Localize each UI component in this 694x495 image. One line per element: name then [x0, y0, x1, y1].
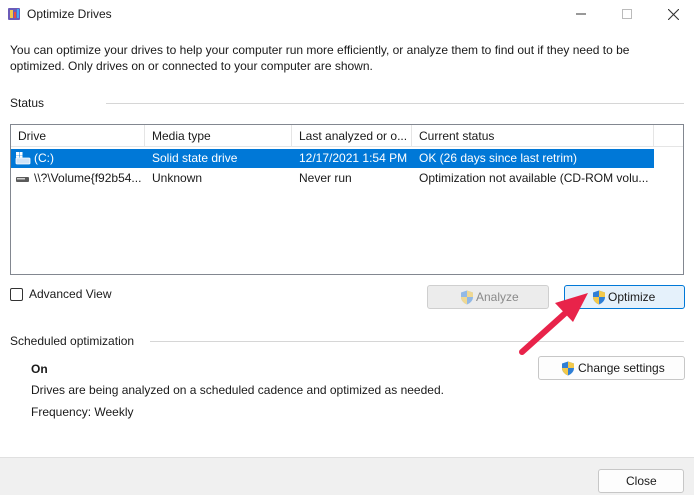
close-button[interactable]: Close — [598, 469, 684, 493]
schedule-state: On — [31, 362, 48, 376]
schedule-frequency: Frequency: Weekly — [31, 405, 134, 419]
drive-row-volume[interactable]: \\?\Volume{f92b54... Unknown Never run O… — [11, 169, 654, 188]
optimize-button[interactable]: Optimize — [564, 285, 685, 309]
status-divider — [106, 103, 684, 104]
last-analyzed: 12/17/2021 1:54 PM — [299, 151, 408, 165]
current-status: Optimization not available (CD-ROM volu.… — [419, 171, 649, 185]
close-window-button[interactable] — [650, 0, 694, 30]
maximize-icon — [622, 9, 632, 19]
optimize-label: Optimize — [608, 290, 656, 304]
optimize-drives-app-icon — [8, 8, 20, 20]
media-type: Unknown — [152, 171, 203, 185]
media-type: Solid state drive — [152, 151, 238, 165]
change-settings-label: Change settings — [578, 361, 665, 375]
status-group-label: Status — [10, 96, 45, 110]
uac-shield-icon — [562, 361, 574, 376]
drive-icon — [16, 177, 29, 182]
close-icon — [668, 9, 679, 20]
intro-text: You can optimize your drives to help you… — [10, 43, 630, 73]
current-status: OK (26 days since last retrim) — [419, 151, 578, 165]
drives-list[interactable]: Drive Media type Last analyzed or o... C… — [10, 124, 684, 275]
advanced-view-label: Advanced View — [29, 287, 112, 301]
drive-name: (C:) — [34, 151, 54, 165]
scheduled-divider — [150, 341, 684, 342]
maximize-button[interactable] — [604, 0, 650, 30]
change-settings-button[interactable]: Change settings — [538, 356, 685, 380]
windows-drive-icon — [15, 152, 31, 165]
minimize-button[interactable] — [558, 0, 604, 30]
uac-shield-icon — [461, 290, 473, 305]
last-analyzed: Never run — [299, 171, 352, 185]
column-header-drive[interactable]: Drive — [11, 125, 145, 147]
window-title: Optimize Drives — [27, 7, 112, 21]
close-label: Close — [626, 474, 657, 488]
drives-list-header: Drive Media type Last analyzed or o... C… — [11, 125, 683, 147]
column-header-last-analyzed[interactable]: Last analyzed or o... — [292, 125, 412, 147]
uac-shield-icon — [593, 290, 605, 305]
column-header-current-status[interactable]: Current status — [412, 125, 654, 147]
analyze-button[interactable]: Analyze — [427, 285, 549, 309]
scheduled-group-label: Scheduled optimization — [10, 334, 135, 348]
schedule-description: Drives are being analyzed on a scheduled… — [31, 383, 444, 397]
minimize-icon — [576, 13, 586, 15]
dialog-footer: Close — [0, 457, 694, 495]
title-bar: Optimize Drives — [0, 0, 694, 30]
drive-name: \\?\Volume{f92b54... — [34, 171, 142, 185]
advanced-view-checkbox[interactable] — [10, 288, 23, 301]
column-header-media-type[interactable]: Media type — [145, 125, 292, 147]
drive-row-c[interactable]: (C:) Solid state drive 12/17/2021 1:54 P… — [11, 149, 654, 168]
analyze-label: Analyze — [476, 290, 519, 304]
